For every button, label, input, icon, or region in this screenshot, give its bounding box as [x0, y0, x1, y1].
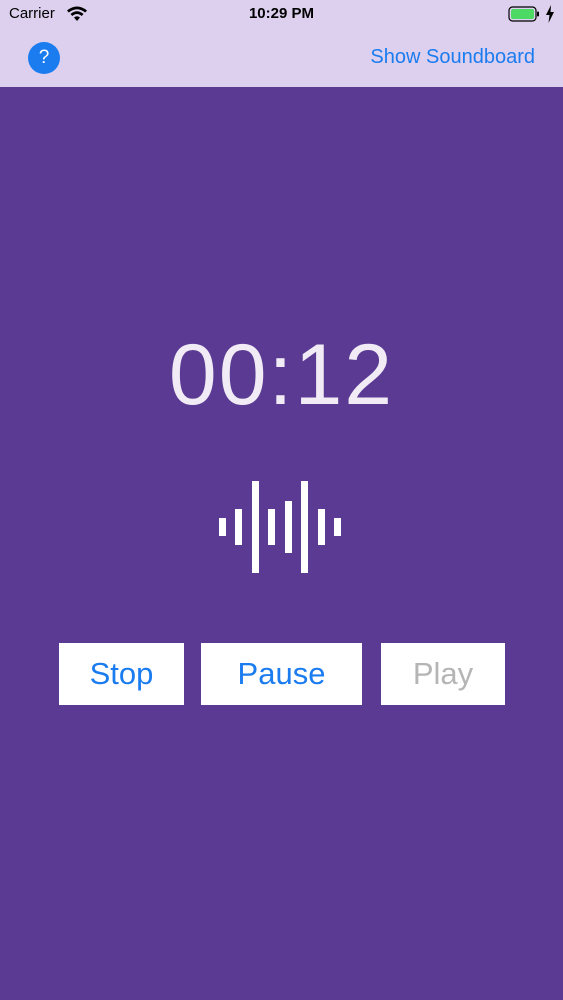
- timer-display: 00:12: [168, 327, 395, 423]
- help-button[interactable]: ?: [28, 42, 60, 74]
- status-bar: Carrier 10:29 PM: [0, 0, 563, 30]
- stop-button[interactable]: Stop: [59, 643, 184, 705]
- top-bar: Carrier 10:29 PM ? Show Soundboard: [0, 0, 563, 87]
- play-button[interactable]: Play: [381, 643, 505, 705]
- nav-bar: ? Show Soundboard: [0, 30, 563, 87]
- show-soundboard-button[interactable]: Show Soundboard: [370, 45, 535, 69]
- battery-icon: [508, 6, 539, 22]
- charging-bolt-icon: [546, 5, 554, 23]
- waveform-icon: [219, 481, 341, 573]
- pause-button[interactable]: Pause: [201, 643, 362, 705]
- status-time: 10:29 PM: [248, 5, 315, 22]
